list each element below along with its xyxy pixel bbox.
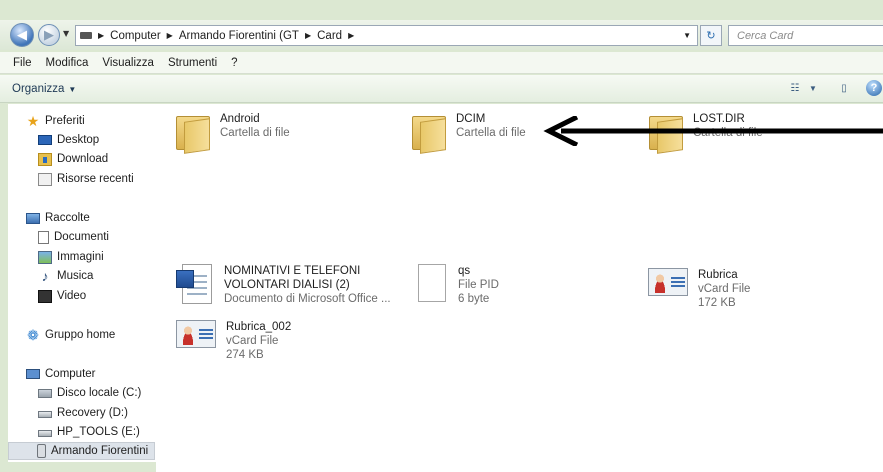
menu-file[interactable]: File [6, 57, 39, 69]
file-list: Android Cartella di file DCIM Cartella di … [156, 104, 883, 472]
help-button[interactable]: ? [866, 80, 882, 96]
vcard-icon [648, 268, 690, 300]
nav-documents[interactable]: Documenti [38, 228, 109, 246]
command-bar: Organizza ▼ ☷ ▼ ▯ ? [0, 75, 883, 103]
nav-phone-device[interactable]: Armando Fiorentini [8, 442, 155, 460]
menu-edit[interactable]: Modifica [39, 57, 96, 69]
nav-homegroup[interactable]: ❁ Gruppo home [26, 326, 115, 344]
breadcrumb-computer[interactable]: Computer ▶ [110, 30, 173, 42]
menu-tools[interactable]: Strumenti [161, 57, 224, 69]
view-dropdown-button[interactable]: ▼ [805, 81, 821, 95]
nav-download[interactable]: Download [38, 150, 108, 168]
nav-desktop[interactable]: Desktop [38, 131, 99, 149]
star-icon: ★ [26, 112, 40, 129]
file-item-android[interactable]: Android Cartella di file [176, 112, 290, 154]
change-view-button[interactable]: ☷ [787, 81, 803, 95]
chevron-down-icon: ▼ [809, 83, 817, 93]
nav-drive-c[interactable]: Disco locale (C:) [38, 384, 141, 402]
blank-file-icon [418, 264, 450, 304]
nav-drive-d[interactable]: Recovery (D:) [38, 404, 128, 422]
chevron-down-icon: ▼ [68, 84, 77, 94]
download-folder-icon [38, 152, 52, 166]
chevron-right-icon[interactable]: ▶ [98, 31, 104, 40]
annotation-arrow [543, 116, 883, 146]
nav-drive-e[interactable]: HP_TOOLS (E:) [38, 423, 140, 441]
breadcrumb-card[interactable]: Card ▶ [317, 30, 354, 42]
folder-icon [412, 112, 448, 154]
file-item-nominativi-doc[interactable]: NOMINATIVI E TELEFONI VOLONTARI DIALISI (… [176, 264, 391, 306]
help-icon: ? [870, 82, 878, 94]
local-disk-icon [38, 388, 52, 398]
nav-libraries[interactable]: Raccolte [26, 209, 90, 227]
drive-icon [80, 32, 92, 39]
vcard-icon [176, 320, 218, 352]
refresh-button[interactable]: ↻ [700, 25, 722, 46]
nav-pictures[interactable]: Immagini [38, 248, 104, 266]
phone-icon [37, 444, 46, 458]
menu-view[interactable]: Visualizza [95, 57, 161, 69]
recent-places-icon [38, 172, 52, 186]
libraries-icon [26, 212, 40, 224]
back-arrow-icon: ◀ [17, 27, 27, 43]
back-button[interactable]: ◀ [10, 23, 34, 47]
file-item-qs[interactable]: qs File PID 6 byte [418, 264, 499, 306]
menu-help[interactable]: ? [224, 57, 244, 69]
document-icon [176, 264, 216, 306]
file-item-dcim[interactable]: DCIM Cartella di file [412, 112, 526, 154]
search-input[interactable]: Cerca Card [728, 25, 883, 46]
drive-icon [38, 430, 52, 437]
nav-favorites[interactable]: ★ Preferiti [26, 112, 85, 130]
preview-pane-icon: ▯ [841, 82, 847, 94]
file-item-rubrica-002[interactable]: Rubrica_002 vCard File 274 KB [176, 320, 291, 362]
nav-videos[interactable]: Video [38, 287, 86, 305]
drive-icon [38, 411, 52, 418]
chevron-right-icon[interactable]: ▶ [348, 31, 354, 40]
address-bar[interactable]: ▶ Computer ▶ Armando Fiorentini (GT ▶ Card… [75, 25, 698, 46]
nav-recent-places[interactable]: Risorse recenti [38, 170, 134, 188]
address-toolbar: ◀ ▶ ▼ ▶ Computer ▶ Armando Fiorentini (GT… [0, 20, 883, 50]
computer-icon [26, 369, 40, 379]
homegroup-icon: ❁ [27, 326, 39, 343]
menu-bar: File Modifica Visualizza Strumenti ? [0, 52, 883, 74]
documents-icon [38, 230, 49, 244]
forward-arrow-icon: ▶ [44, 27, 54, 43]
recent-pages-dropdown[interactable]: ▼ [63, 29, 69, 38]
pictures-icon [38, 250, 52, 264]
chevron-right-icon[interactable]: ▶ [167, 31, 173, 40]
file-item-rubrica[interactable]: Rubrica vCard File 172 KB [648, 268, 750, 310]
folder-icon [176, 112, 212, 154]
organize-button[interactable]: Organizza ▼ [12, 83, 76, 95]
refresh-icon: ↻ [706, 29, 716, 42]
address-dropdown-icon[interactable]: ▼ [683, 31, 691, 40]
forward-button[interactable]: ▶ [38, 24, 60, 46]
music-icon: ♪ [41, 267, 49, 284]
chevron-right-icon[interactable]: ▶ [305, 31, 311, 40]
video-icon [38, 289, 52, 303]
explorer-window: ◀ ▶ ▼ ▶ Computer ▶ Armando Fiorentini (GT… [0, 0, 883, 472]
view-options-icon: ☷ [790, 82, 800, 94]
preview-pane-button[interactable]: ▯ [836, 81, 852, 95]
nav-music[interactable]: ♪ Musica [38, 267, 94, 285]
navigation-pane: ★ Preferiti Desktop Download Risorse rece… [8, 104, 156, 462]
nav-computer[interactable]: Computer [26, 365, 96, 383]
desktop-icon [38, 135, 52, 145]
breadcrumb-device[interactable]: Armando Fiorentini (GT ▶ [179, 30, 311, 42]
